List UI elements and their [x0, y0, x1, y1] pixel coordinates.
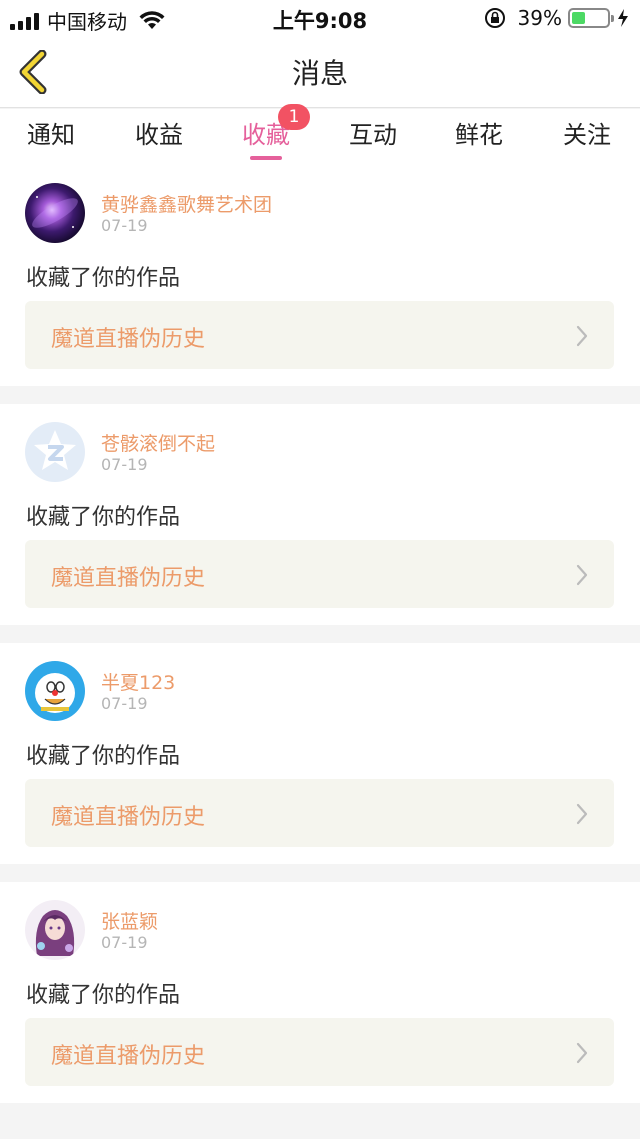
message-item: 黄骅鑫鑫歌舞艺术团 07-19 收藏了你的作品 魔道直播伪历史 — [0, 165, 640, 386]
action-text: 收藏了你的作品 — [26, 983, 181, 1008]
action-text: 收藏了你的作品 — [26, 505, 181, 530]
work-link[interactable]: 魔道直播伪历史 — [25, 540, 614, 608]
work-title: 魔道直播伪历史 — [51, 1044, 206, 1069]
message-item: 半夏123 07-19 收藏了你的作品 魔道直播伪历史 — [0, 643, 640, 864]
galaxy-avatar-icon — [25, 183, 85, 243]
message-item: 苍骸滚倒不起 07-19 收藏了你的作品 魔道直播伪历史 — [0, 404, 640, 625]
tab-label: 收益 — [135, 121, 183, 149]
chevron-right-icon — [576, 325, 588, 347]
status-right: 39% — [484, 6, 630, 30]
action-text: 收藏了你的作品 — [26, 744, 181, 769]
work-link[interactable]: 魔道直播伪历史 — [25, 1018, 614, 1086]
message-date: 07-19 — [101, 694, 148, 713]
chevron-right-icon — [576, 1042, 588, 1064]
tab-interactions[interactable]: 互动 — [328, 115, 418, 150]
battery-icon — [568, 8, 614, 28]
avatar[interactable] — [25, 183, 85, 243]
work-title: 魔道直播伪历史 — [51, 327, 206, 352]
nav-bar: 消息 — [0, 36, 640, 108]
tab-earnings[interactable]: 收益 — [114, 115, 204, 150]
message-date: 07-19 — [101, 216, 148, 235]
action-text: 收藏了你的作品 — [26, 266, 181, 291]
active-tab-indicator — [250, 156, 282, 160]
tab-bar: 通知 收益 收藏 1 互动 鲜花 关注 — [0, 104, 640, 165]
battery-fill — [572, 12, 585, 24]
tab-label: 通知 — [27, 121, 75, 149]
avatar[interactable] — [25, 661, 85, 721]
charging-bolt-icon — [618, 9, 628, 27]
chevron-right-icon — [576, 803, 588, 825]
anime-girl-avatar-icon — [25, 900, 85, 960]
chevron-right-icon — [576, 564, 588, 586]
tab-notifications[interactable]: 通知 — [6, 115, 96, 150]
avatar[interactable] — [25, 900, 85, 960]
message-item: 张蓝颖 07-19 收藏了你的作品 魔道直播伪历史 — [0, 882, 640, 1103]
tab-flowers[interactable]: 鲜花 — [434, 115, 524, 150]
message-date: 07-19 — [101, 933, 148, 952]
username[interactable]: 苍骸滚倒不起 — [101, 429, 215, 456]
status-bar: 中国移动 上午9:08 39% — [0, 0, 640, 36]
battery-percent: 39% — [517, 6, 562, 30]
username[interactable]: 张蓝颖 — [101, 907, 158, 934]
username[interactable]: 半夏123 — [101, 668, 175, 695]
username[interactable]: 黄骅鑫鑫歌舞艺术团 — [101, 190, 272, 217]
message-list: 黄骅鑫鑫歌舞艺术团 07-19 收藏了你的作品 魔道直播伪历史 苍骸滚倒不起 0… — [0, 165, 640, 1103]
work-link[interactable]: 魔道直播伪历史 — [25, 779, 614, 847]
default-z-avatar-icon — [25, 422, 85, 482]
message-date: 07-19 — [101, 455, 148, 474]
page-title: 消息 — [291, 57, 348, 90]
tab-label: 互动 — [349, 121, 397, 149]
rotation-lock-icon — [484, 8, 505, 28]
work-title: 魔道直播伪历史 — [51, 566, 206, 591]
tab-label: 鲜花 — [455, 121, 503, 149]
avatar[interactable] — [25, 422, 85, 482]
tab-favorites[interactable]: 收藏 1 — [221, 104, 311, 160]
cartoon-cat-avatar-icon — [25, 661, 85, 721]
tab-label: 关注 — [563, 121, 611, 149]
work-title: 魔道直播伪历史 — [51, 805, 206, 830]
tab-following[interactable]: 关注 — [542, 115, 632, 150]
work-link[interactable]: 魔道直播伪历史 — [25, 301, 614, 369]
unread-badge: 1 — [278, 104, 310, 130]
